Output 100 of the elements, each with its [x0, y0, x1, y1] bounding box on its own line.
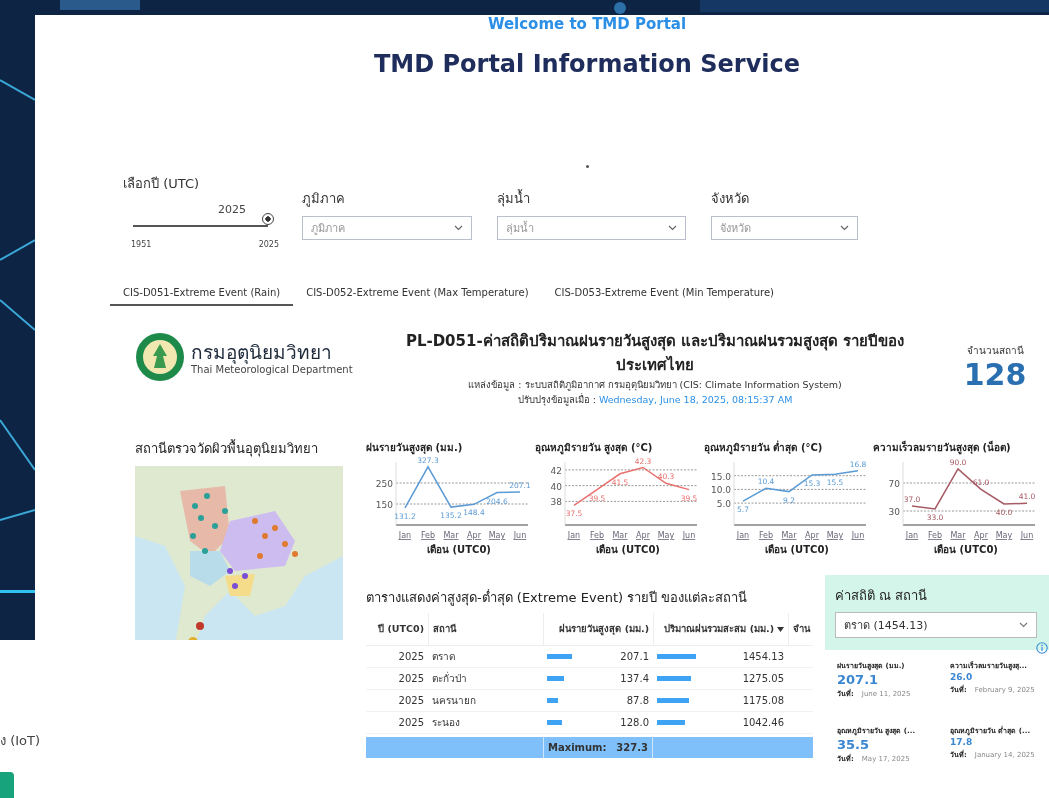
column-header[interactable]: จำน	[788, 613, 813, 645]
stat-value: 207.1	[837, 671, 880, 688]
axis-label: Mar	[612, 531, 628, 540]
emblem-icon	[135, 332, 185, 382]
axis-label: Feb	[589, 531, 605, 540]
chart-title: อุณหภูมิรายวัน ต่ำสุด (°C)	[704, 440, 824, 456]
org-name-english: Thai Meteorological Department	[191, 363, 353, 375]
column-header[interactable]: ฝนรายวันสูงสุด (มม.)	[543, 613, 653, 645]
report-title: PL-D051-ค่าสถิติปริมาณฝนรายวันสูงสุด และปริมาณฝนรวมสูงสุด รายปีของประเทศไทย	[404, 331, 906, 376]
table-cell: 87.8	[626, 695, 649, 706]
axis-label: Apr	[467, 531, 481, 540]
slider-min-label: 1951	[131, 240, 152, 249]
dropdown[interactable]: จังหวัด	[711, 216, 858, 240]
axis-label: Jan	[398, 531, 412, 540]
station-count-label: จำนวนสถานี	[965, 344, 1025, 358]
menu-text: ง (IoT)	[0, 732, 40, 750]
dot-icon	[585, 165, 589, 168]
chevron-down-icon	[454, 225, 463, 231]
chevron-down-icon	[1019, 622, 1028, 628]
column-header[interactable]: สถานี	[428, 613, 543, 645]
chart-title: ฝนรายวันสูงสุด (มม.)	[366, 441, 464, 456]
table-cell-text: 2025	[397, 694, 425, 708]
table-cell: 1275.05	[742, 673, 784, 684]
slider-value: 2025	[217, 203, 247, 217]
axis-label: Apr	[636, 531, 650, 540]
axis-label: Feb	[927, 531, 943, 540]
data-bar	[657, 698, 689, 703]
axis-label: Jan	[905, 531, 919, 540]
axis-label: Apr	[805, 531, 819, 540]
footer-value: 327.3	[616, 742, 648, 753]
axis-label: Jan	[567, 531, 581, 540]
table-cell-text: 2025	[397, 672, 425, 686]
updated-label: ปรับปรุงข้อมูลเมื่อ :	[517, 394, 596, 405]
dropdown[interactable]: ลุ่มน้ำ	[497, 216, 686, 240]
filter-label: ภูมิภาค	[302, 190, 346, 208]
axis-label: May	[488, 531, 506, 540]
table-cell-text: ตราด	[431, 650, 456, 664]
chart-title: อุณหภูมิรายวัน สูงสุด (°C)	[535, 441, 654, 456]
sort-icon	[777, 626, 784, 632]
table-cell-text: ระนอง	[431, 716, 461, 730]
axis-label: May	[657, 531, 675, 540]
table-cell-text: นครนายก	[431, 694, 477, 708]
table-cell-text: 2025	[397, 716, 425, 730]
axis-label: Jan	[736, 531, 750, 540]
station-count: 128	[962, 358, 1028, 392]
data-source-text: แหล่งข้อมูล : ระบบสถิติภูมิอากาศ กรมอุตุนิยมวิทยา (CIS: Climate Information System)	[467, 378, 843, 392]
station-dropdown[interactable]: ตราด (1454.13)	[835, 612, 1037, 638]
axis-label: May	[826, 531, 844, 540]
slider-max-label: 2025	[258, 240, 279, 249]
axis-label: Jun	[682, 531, 696, 540]
axis-label: Feb	[420, 531, 436, 540]
tab[interactable]: CIS-D052-Extreme Event (Max Temperature)	[293, 283, 542, 306]
filter-label: จังหวัด	[711, 190, 750, 208]
column-header[interactable]: ปริมาณฝนรวมสะสม (มม.)	[653, 613, 788, 645]
data-bar	[547, 654, 572, 659]
welcome-heading: Welcome to TMD Portal	[486, 15, 688, 33]
axis-label: 150	[375, 500, 393, 510]
data-bar	[657, 720, 685, 725]
info-icon[interactable]	[1036, 642, 1048, 654]
footer-label: Maximum:	[548, 742, 607, 753]
axis-label: Feb	[758, 531, 774, 540]
axis-label: 15.0	[710, 471, 731, 482]
axis-label: 10.0	[710, 485, 731, 496]
map-title: สถานีตรวจวัดผิวพื้นอุตุนิยมวิทยา	[135, 440, 319, 458]
axis-label: 30	[888, 507, 900, 517]
table-cell-text: 2025	[397, 650, 425, 664]
axis-label: 250	[375, 479, 393, 489]
stat-value: 17.8	[950, 736, 974, 749]
table-cell: 1175.08	[742, 695, 784, 706]
table-cell: 207.1	[620, 651, 649, 662]
table-cell: 1042.46	[742, 717, 784, 728]
axis-label: May	[995, 531, 1013, 540]
axis-label: Jun	[513, 531, 527, 540]
table-cell-text: ตะกั่วป่า	[431, 670, 468, 686]
dropdown[interactable]: ภูมิภาค	[302, 216, 472, 240]
axis-label: 38	[550, 497, 562, 508]
axis-title: เดือน (UTC0)	[426, 543, 492, 557]
axis-title: เดือน (UTC0)	[595, 543, 661, 557]
table-title: ตารางแสดงค่าสูงสุด-ต่ำสุด (Extreme Event) รายปี ของแต่ละสถานี	[366, 589, 749, 607]
chevron-down-icon	[668, 225, 677, 231]
column-header[interactable]: ปี (UTC0)	[366, 613, 428, 645]
data-bar	[657, 676, 692, 681]
table-cell: 1454.13	[742, 651, 784, 662]
page-title: TMD Portal Information Service	[372, 49, 802, 80]
axis-label: Jun	[1020, 531, 1034, 540]
table-cell: 128.0	[620, 717, 649, 728]
data-bar	[547, 676, 564, 681]
stat-value: 26.0	[950, 671, 974, 684]
tab[interactable]: CIS-D053-Extreme Event (Min Temperature)	[541, 283, 787, 306]
slider-thumb[interactable]	[262, 213, 274, 225]
table-cell: 137.4	[620, 673, 649, 684]
data-bar	[657, 654, 696, 659]
axis-label: Jun	[851, 531, 865, 540]
axis-label: 40	[550, 481, 562, 492]
filter-label: ลุ่มน้ำ	[497, 190, 531, 208]
data-bar	[547, 698, 558, 703]
tab[interactable]: CIS-D051-Extreme Event (Rain)	[110, 283, 294, 306]
axis-title: เดือน (UTC0)	[933, 543, 999, 557]
axis-label: Mar	[950, 531, 966, 540]
data-bar	[547, 720, 563, 725]
